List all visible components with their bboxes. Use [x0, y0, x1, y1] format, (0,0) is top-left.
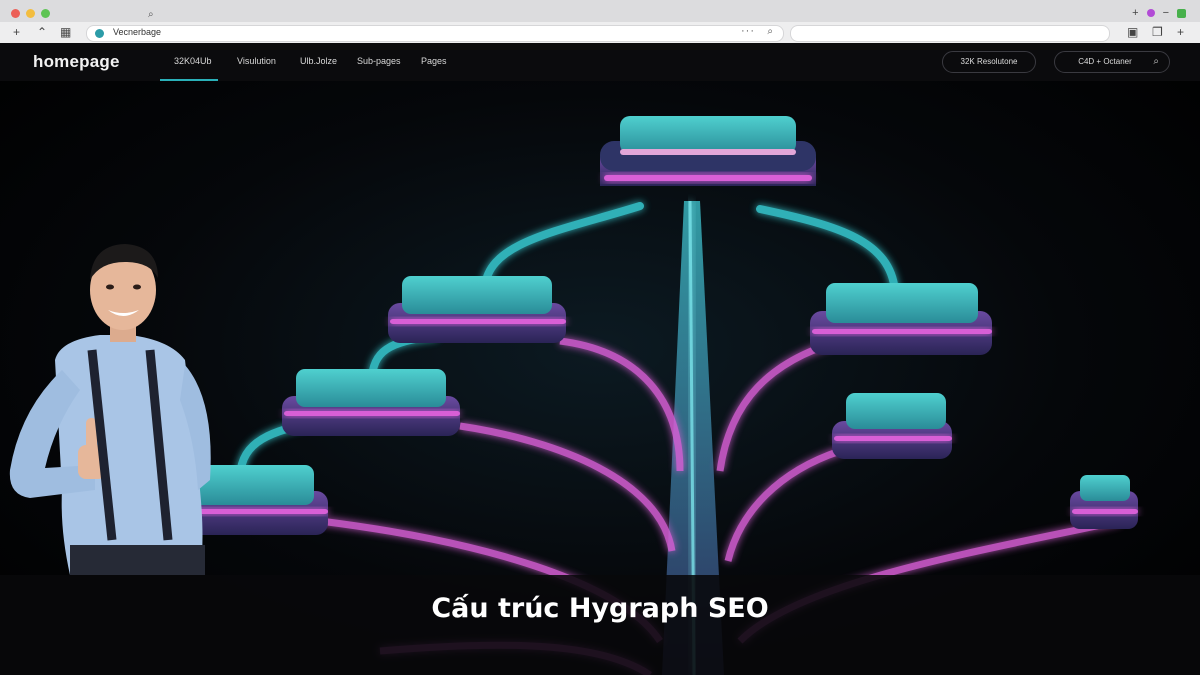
site-logo[interactable]: homepage	[33, 52, 120, 72]
nav-link-3[interactable]: Ulb.Jolze	[300, 56, 337, 66]
search-icon: ⌕	[1153, 56, 1159, 67]
close-window-button[interactable]	[11, 9, 20, 18]
address-bar[interactable]: Vecnerbage ··· ⌕	[86, 25, 784, 42]
nav-link-pages[interactable]: Pages	[421, 56, 447, 66]
more-icon[interactable]: ···	[741, 25, 755, 37]
nav-link-visulution[interactable]: Visulution	[237, 56, 276, 66]
tab-search-icon[interactable]: ⌕	[148, 9, 154, 20]
add-tab-icon[interactable]: +	[1177, 25, 1184, 39]
search-icon[interactable]: ⌕	[767, 26, 773, 37]
resolution-pill[interactable]: 32K Resolutone	[942, 51, 1036, 73]
title-bar: ⌕ + −	[0, 0, 1200, 22]
right-node-2	[832, 393, 952, 459]
engine-pill-label: C4D + Octaner	[1078, 57, 1132, 66]
tabs-icon[interactable]: ▣	[1127, 25, 1138, 39]
browser-window: ⌕ + − + ⌃ ▦ Vecnerbage ··· ⌕ ▣ ❐ + homep…	[0, 0, 1200, 675]
new-tab-plus-icon[interactable]: +	[1132, 7, 1138, 19]
engine-pill[interactable]: C4D + Octaner ⌕	[1054, 51, 1170, 73]
share-icon[interactable]: ⌃	[37, 25, 47, 39]
sidebar-icon[interactable]: ▦	[60, 25, 71, 39]
nav-link-sub-pages[interactable]: Sub-pages	[357, 56, 401, 66]
secondary-bar[interactable]	[790, 25, 1110, 42]
title-bar-icons: + −	[1132, 7, 1186, 19]
right-node-1	[810, 283, 992, 355]
globe-icon	[95, 29, 104, 38]
minus-icon[interactable]: −	[1163, 7, 1169, 19]
extension-icon[interactable]	[1177, 8, 1186, 18]
nav-link-1[interactable]: 32K04Ub	[174, 56, 212, 66]
caption-band	[0, 575, 1200, 675]
caption-title: Cấu trúc Hygraph SEO	[431, 593, 769, 624]
copy-icon[interactable]: ❐	[1152, 25, 1163, 39]
site-navigation: homepage 32K04Ub Visulution Ulb.Jolze Su…	[0, 43, 1200, 82]
left-node-2	[282, 369, 460, 436]
minimize-window-button[interactable]	[26, 9, 35, 18]
plus-icon[interactable]: +	[13, 25, 20, 39]
home-node	[600, 116, 816, 186]
address-text: Vecnerbage	[113, 27, 162, 37]
right-node-3	[1070, 475, 1138, 529]
browser-toolbar: + ⌃ ▦ Vecnerbage ··· ⌕ ▣ ❐ +	[0, 22, 1200, 44]
left-node-1	[388, 276, 566, 343]
zoom-window-button[interactable]	[41, 9, 50, 18]
person-thumbs-up	[9, 244, 211, 575]
profile-icon[interactable]	[1146, 9, 1155, 17]
